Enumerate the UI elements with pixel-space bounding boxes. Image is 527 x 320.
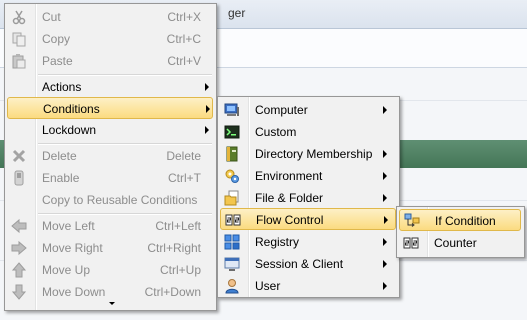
paste-icon bbox=[11, 53, 27, 69]
menu-separator bbox=[38, 213, 212, 215]
menu-separator bbox=[38, 143, 212, 145]
environment-gear-icon bbox=[224, 168, 240, 184]
menu-item-copy[interactable]: Copy Ctrl+C bbox=[7, 28, 213, 50]
menu-item-registry[interactable]: Registry bbox=[220, 231, 396, 253]
arrow-right-icon bbox=[11, 240, 27, 256]
window-title: ger bbox=[228, 6, 246, 20]
custom-script-icon bbox=[224, 124, 240, 140]
directory-book-icon bbox=[224, 146, 240, 162]
delete-icon bbox=[11, 148, 27, 164]
submenu-arrow-icon bbox=[383, 260, 387, 268]
menu-item-session-client[interactable]: Session & Client bbox=[220, 253, 396, 275]
arrow-down-icon bbox=[11, 284, 27, 300]
submenu-arrow-icon bbox=[383, 194, 387, 202]
menu-item-user[interactable]: User bbox=[220, 275, 396, 297]
flow-control-submenu: If Condition Counter bbox=[396, 206, 525, 258]
cut-icon bbox=[11, 9, 27, 25]
scroll-down-icon[interactable] bbox=[109, 302, 115, 305]
registry-cubes-icon bbox=[224, 234, 240, 250]
counter-icon bbox=[403, 235, 419, 251]
arrow-up-icon bbox=[11, 262, 27, 278]
flow-control-icon bbox=[225, 212, 241, 228]
menu-item-if-condition[interactable]: If Condition bbox=[399, 209, 521, 231]
menu-item-counter[interactable]: Counter bbox=[399, 232, 521, 254]
menu-item-paste[interactable]: Paste Ctrl+V bbox=[7, 50, 213, 72]
menu-item-actions[interactable]: Actions bbox=[7, 76, 213, 98]
menu-item-flow-control[interactable]: Flow Control bbox=[220, 208, 396, 230]
arrow-left-icon bbox=[11, 218, 27, 234]
submenu-arrow-icon bbox=[383, 238, 387, 246]
menu-item-enable[interactable]: Enable Ctrl+T bbox=[7, 167, 213, 189]
menu-item-move-down[interactable]: Move Down Ctrl+Down bbox=[7, 281, 213, 303]
submenu-arrow-icon bbox=[205, 126, 209, 134]
menu-item-custom[interactable]: Custom bbox=[220, 121, 396, 143]
menu-item-copy-to-reusable-conditions[interactable]: Copy to Reusable Conditions bbox=[7, 189, 213, 211]
submenu-arrow-icon bbox=[206, 105, 210, 113]
submenu-arrow-icon bbox=[383, 106, 387, 114]
submenu-arrow-icon bbox=[383, 150, 387, 158]
computer-icon bbox=[224, 102, 240, 118]
menu-item-computer[interactable]: Computer bbox=[220, 99, 396, 121]
if-condition-icon bbox=[404, 213, 420, 229]
menu-item-file-folder[interactable]: File & Folder bbox=[220, 187, 396, 209]
submenu-arrow-icon bbox=[384, 216, 388, 224]
menu-item-conditions[interactable]: Conditions bbox=[7, 97, 213, 119]
menu-item-move-right[interactable]: Move Right Ctrl+Right bbox=[7, 237, 213, 259]
submenu-arrow-icon bbox=[383, 282, 387, 290]
menu-item-directory-membership[interactable]: Directory Membership bbox=[220, 143, 396, 165]
context-menu: Cut Ctrl+X Copy Ctrl+C Paste Ctrl+V Acti… bbox=[4, 3, 217, 311]
menu-item-move-left[interactable]: Move Left Ctrl+Left bbox=[7, 215, 213, 237]
menu-item-lockdown[interactable]: Lockdown bbox=[7, 119, 213, 141]
session-client-icon bbox=[224, 256, 240, 272]
menu-item-move-up[interactable]: Move Up Ctrl+Up bbox=[7, 259, 213, 281]
submenu-arrow-icon bbox=[383, 172, 387, 180]
file-folder-icon bbox=[224, 190, 240, 206]
enable-icon bbox=[11, 170, 27, 186]
menu-item-delete[interactable]: Delete Delete bbox=[7, 145, 213, 167]
menu-separator bbox=[38, 74, 212, 76]
submenu-arrow-icon bbox=[205, 83, 209, 91]
menu-item-cut[interactable]: Cut Ctrl+X bbox=[7, 6, 213, 28]
copy-icon bbox=[11, 31, 27, 47]
conditions-submenu: Computer Custom Directory Membership Env… bbox=[217, 96, 400, 298]
menu-item-environment[interactable]: Environment bbox=[220, 165, 396, 187]
user-icon bbox=[224, 278, 240, 294]
